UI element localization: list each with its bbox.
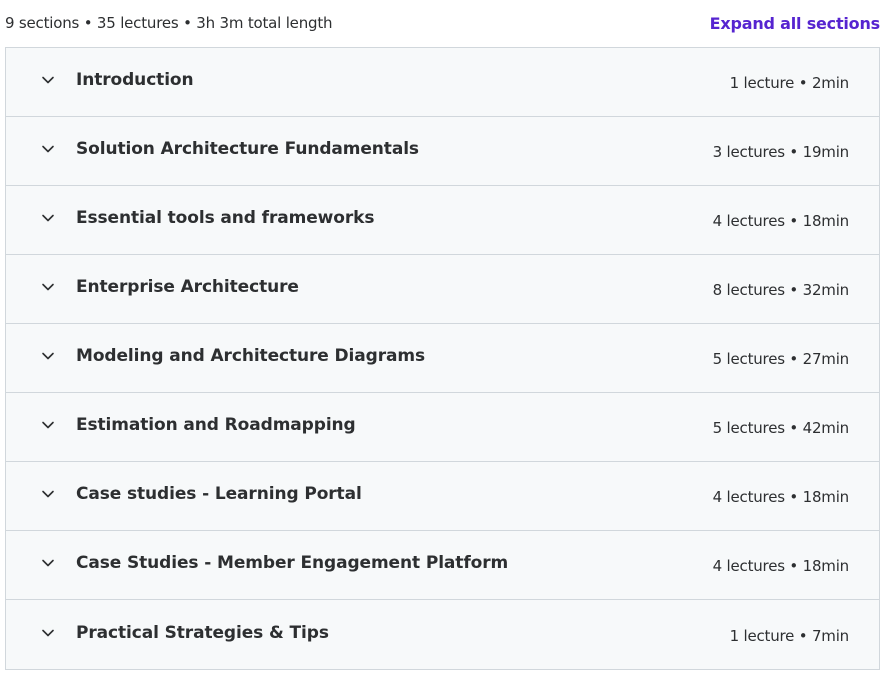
section-title: Case Studies - Member Engagement Platfor… — [76, 553, 509, 573]
chevron-down-icon — [6, 48, 76, 116]
curriculum-section-list: Introduction 1 lecture • 2min Solution A… — [5, 47, 880, 670]
section-title: Introduction — [76, 70, 194, 90]
section-meta: 1 lecture • 2min — [729, 74, 850, 92]
section-meta: 4 lectures • 18min — [712, 488, 850, 506]
curriculum-section[interactable]: Estimation and Roadmapping 5 lectures • … — [6, 393, 879, 462]
chevron-down-icon — [6, 117, 76, 185]
section-meta: 5 lectures • 27min — [712, 350, 850, 368]
section-title: Case studies - Learning Portal — [76, 484, 362, 504]
section-title: Practical Strategies & Tips — [76, 622, 329, 643]
section-meta: 3 lectures • 19min — [712, 143, 850, 161]
section-title: Estimation and Roadmapping — [76, 415, 356, 435]
curriculum-section[interactable]: Solution Architecture Fundamentals 3 lec… — [6, 117, 879, 186]
curriculum-section[interactable]: Case studies - Learning Portal 4 lecture… — [6, 462, 879, 531]
chevron-down-icon — [6, 255, 76, 323]
chevron-down-icon — [6, 462, 76, 530]
chevron-down-icon — [6, 186, 76, 254]
section-meta: 8 lectures • 32min — [712, 281, 850, 299]
curriculum-section[interactable]: Practical Strategies & Tips 1 lecture • … — [6, 600, 879, 669]
section-meta: 4 lectures • 18min — [712, 212, 850, 230]
curriculum-section[interactable]: Enterprise Architecture 8 lectures • 32m… — [6, 255, 879, 324]
section-title: Solution Architecture Fundamentals — [76, 139, 419, 159]
section-meta: 4 lectures • 18min — [712, 557, 850, 575]
curriculum-section[interactable]: Case Studies - Member Engagement Platfor… — [6, 531, 879, 600]
section-title: Modeling and Architecture Diagrams — [76, 346, 426, 366]
curriculum-section[interactable]: Introduction 1 lecture • 2min — [6, 48, 879, 117]
course-summary-text: 9 sections • 35 lectures • 3h 3m total l… — [5, 14, 333, 32]
course-content-summary-bar: 9 sections • 35 lectures • 3h 3m total l… — [5, 10, 880, 36]
curriculum-section[interactable]: Modeling and Architecture Diagrams 5 lec… — [6, 324, 879, 393]
curriculum-section[interactable]: Essential tools and frameworks 4 lecture… — [6, 186, 879, 255]
section-meta: 5 lectures • 42min — [712, 419, 850, 437]
section-meta: 1 lecture • 7min — [729, 626, 850, 645]
chevron-down-icon — [6, 531, 76, 599]
chevron-down-icon — [6, 600, 76, 669]
section-title: Enterprise Architecture — [76, 277, 299, 297]
expand-all-sections-button[interactable]: Expand all sections — [710, 14, 881, 33]
chevron-down-icon — [6, 324, 76, 392]
section-title: Essential tools and frameworks — [76, 208, 375, 228]
chevron-down-icon — [6, 393, 76, 461]
